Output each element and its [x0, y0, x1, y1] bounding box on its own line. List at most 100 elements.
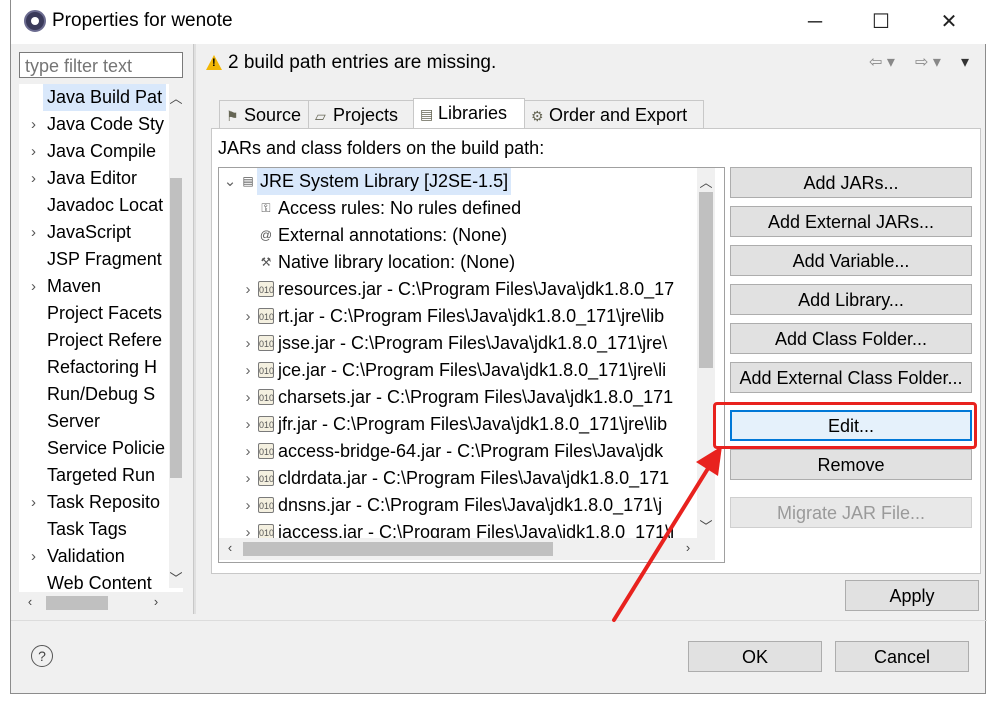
tab-label: Projects [333, 105, 399, 125]
add-class-folder-button[interactable]: Add Class Folder... [730, 323, 972, 354]
expand-chevron-icon[interactable]: › [241, 303, 255, 330]
expand-chevron-icon[interactable]: › [241, 465, 255, 492]
apply-button[interactable]: Apply [845, 580, 979, 611]
entry-label: charsets.jar - C:\Program Files\Java\jdk… [278, 387, 674, 407]
sash-divider[interactable] [193, 44, 196, 614]
expand-chevron-icon[interactable]: › [241, 357, 255, 384]
forward-arrow-icon[interactable]: ⇨ ▾ [915, 52, 941, 72]
warning-message: 2 build path entries are missing. [228, 52, 497, 73]
nav-scroll-right-icon[interactable]: › [149, 594, 163, 609]
cancel-button[interactable]: Cancel [835, 641, 969, 672]
build-path-entry[interactable]: › 010 resources.jar - C:\Program Files\Jav… [219, 276, 699, 303]
build-path-entry[interactable]: › 010 jce.jar - C:\Program Files\Java\jdk1… [219, 357, 699, 384]
native-library-icon: ⚒ [260, 255, 272, 269]
build-path-entry[interactable]: › 010 rt.jar - C:\Program Files\Java\jdk1.… [219, 303, 699, 330]
add-library-button[interactable]: Add Library... [730, 284, 972, 315]
build-path-entry[interactable]: › 010 jfr.jar - C:\Program Files\Java\jdk1… [219, 411, 699, 438]
filter-input[interactable] [23, 54, 177, 78]
list-hscroll-thumb[interactable] [243, 542, 553, 556]
close-button[interactable]: ✕ [919, 4, 979, 40]
properties-nav-tree: Web Content › Validation Task Tags › Task Rep… [19, 84, 183, 614]
expand-chevron-icon[interactable]: › [31, 219, 43, 246]
build-path-entry[interactable]: ⚿ Access rules: No rules defined [219, 195, 699, 222]
nav-vertical-scrollbar[interactable]: ︿ ﹀ [169, 84, 183, 588]
nav-item-label: Run/Debug S [47, 384, 156, 404]
jar-icon: 010 [258, 389, 274, 405]
expand-chevron-icon[interactable]: › [241, 276, 255, 303]
nav-item-label: Task Reposito [47, 492, 161, 512]
help-icon[interactable]: ? [31, 645, 53, 667]
annotation-arrow-icon [612, 446, 722, 622]
nav-item-label: Project Facets [47, 303, 163, 323]
nav-item-label: Java Editor [47, 168, 138, 188]
libraries-icon: ▤ [420, 106, 434, 122]
title-bar[interactable]: Properties for wenote ─ ☐ ✕ [11, 0, 987, 44]
nav-item-label: JSP Fragment [47, 249, 162, 269]
build-path-entry[interactable]: ⌄ ▤ JRE System Library [J2SE-1.5] [219, 168, 699, 195]
tab-order-and-export[interactable]: ⚙ Order and Export [524, 100, 704, 128]
entry-label: jfr.jar - C:\Program Files\Java\jdk1.8.0… [278, 414, 668, 434]
nav-hscroll-thumb[interactable] [46, 596, 108, 610]
minimize-button[interactable]: ─ [785, 4, 845, 40]
build-path-tabs: ⚑ Source ▱ Projects ▤ Libraries ⚙ Order and Exp… [211, 98, 981, 129]
nav-horizontal-scrollbar[interactable]: ‹ › [19, 592, 183, 614]
ok-button[interactable]: OK [688, 641, 822, 672]
jar-icon: 010 [258, 443, 274, 459]
back-arrow-icon[interactable]: ⇦ ▾ [869, 52, 895, 72]
jar-icon: 010 [258, 281, 274, 297]
build-path-entry[interactable]: › 010 jsse.jar - C:\Program Files\Java\jdk… [219, 330, 699, 357]
entry-label: jce.jar - C:\Program Files\Java\jdk1.8.0… [278, 360, 667, 380]
expand-chevron-icon[interactable]: › [241, 330, 255, 357]
add-variable-button[interactable]: Add Variable... [730, 245, 972, 276]
tab-libraries[interactable]: ▤ Libraries [413, 98, 525, 129]
expand-chevron-icon[interactable]: › [31, 489, 43, 516]
expand-chevron-icon[interactable]: › [31, 273, 43, 300]
list-scroll-thumb[interactable] [699, 192, 713, 368]
expand-chevron-icon[interactable]: › [241, 384, 255, 411]
collapse-chevron-icon[interactable]: ⌄ [223, 168, 237, 195]
nav-item-label: Validation [47, 546, 125, 566]
nav-item-label: Java Code Sty [47, 114, 165, 134]
nav-scroll-down-icon[interactable]: ﹀ [169, 568, 183, 587]
nav-item-label: Project Refere [47, 330, 163, 350]
tab-source[interactable]: ⚑ Source [219, 100, 309, 128]
expand-chevron-icon[interactable]: › [241, 438, 255, 465]
nav-scroll-thumb[interactable] [170, 178, 182, 478]
migrate-jar-button[interactable]: Migrate JAR File... [730, 497, 972, 528]
add-external-jars-button[interactable]: Add External JARs... [730, 206, 972, 237]
view-menu-icon[interactable]: ▾ [961, 52, 969, 72]
build-path-entry[interactable]: @ External annotations: (None) [219, 222, 699, 249]
nav-item-label: Refactoring H [47, 357, 158, 377]
remove-button[interactable]: Remove [730, 449, 972, 480]
expand-chevron-icon[interactable]: › [241, 411, 255, 438]
add-jars-button[interactable]: Add JARs... [730, 167, 972, 198]
projects-icon: ▱ [315, 108, 326, 124]
entry-label: rt.jar - C:\Program Files\Java\jdk1.8.0_… [278, 306, 665, 326]
list-scroll-left-icon[interactable]: ‹ [223, 540, 237, 555]
properties-dialog: Properties for wenote ─ ☐ ✕ Web Content›… [10, 0, 987, 694]
list-scroll-up-icon[interactable]: ︿ [699, 172, 713, 191]
annotations-icon: @ [259, 228, 273, 242]
build-path-entry[interactable]: › 010 charsets.jar - C:\Program Files\Java… [219, 384, 699, 411]
entry-label: jsse.jar - C:\Program Files\Java\jdk1.8.… [278, 333, 668, 353]
entry-label: External annotations: (None) [278, 225, 508, 245]
expand-chevron-icon[interactable]: › [31, 111, 43, 138]
maximize-button[interactable]: ☐ [851, 4, 911, 40]
access-rules-icon: ⚿ [261, 201, 271, 215]
jar-icon: 010 [258, 470, 274, 486]
expand-chevron-icon[interactable]: › [241, 492, 255, 519]
filter-box [19, 52, 183, 78]
footer-separator [11, 620, 987, 621]
jar-icon: 010 [258, 308, 274, 324]
expand-chevron-icon[interactable]: › [31, 138, 43, 165]
jar-icon: 010 [258, 335, 274, 351]
nav-scroll-left-icon[interactable]: ‹ [23, 594, 37, 609]
tab-projects[interactable]: ▱ Projects [308, 100, 414, 128]
nav-scroll-up-icon[interactable]: ︿ [169, 88, 183, 107]
window-title: Properties for wenote [52, 10, 233, 31]
expand-chevron-icon[interactable]: › [31, 543, 43, 570]
expand-chevron-icon[interactable]: › [31, 165, 43, 192]
build-path-entry[interactable]: ⚒ Native library location: (None) [219, 249, 699, 276]
add-external-class-folder-button[interactable]: Add External Class Folder... [730, 362, 972, 393]
warning-icon [206, 55, 222, 70]
